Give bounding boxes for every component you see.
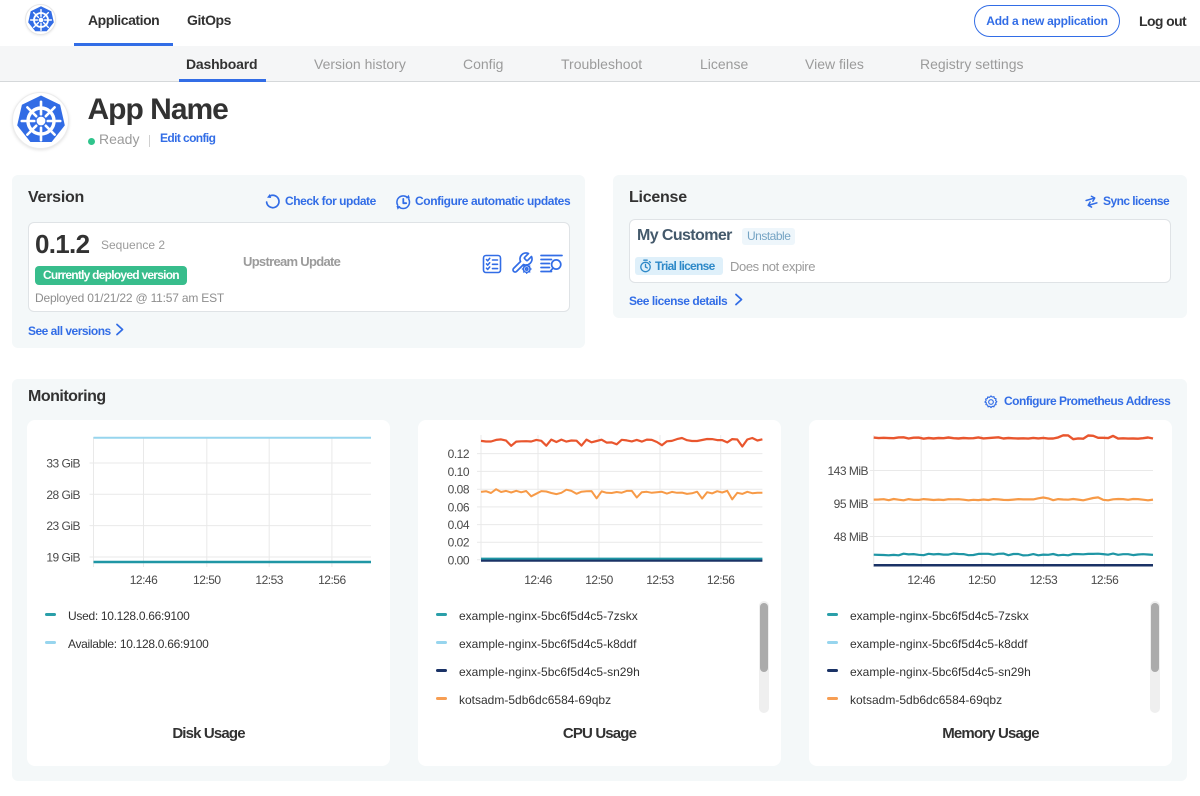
svg-text:143 MiB: 143 MiB <box>827 464 868 478</box>
svg-text:23 GiB: 23 GiB <box>46 519 80 533</box>
svg-text:12:56: 12:56 <box>707 573 735 587</box>
svg-text:12:46: 12:46 <box>907 573 935 587</box>
svg-text:12:50: 12:50 <box>193 573 221 587</box>
svg-text:12:50: 12:50 <box>968 573 996 587</box>
svg-text:12:56: 12:56 <box>1091 573 1119 587</box>
svg-text:19 GiB: 19 GiB <box>46 551 80 565</box>
svg-text:12:50: 12:50 <box>585 573 613 587</box>
svg-text:0.00: 0.00 <box>448 553 470 567</box>
svg-text:33 GiB: 33 GiB <box>46 457 80 471</box>
svg-text:12:46: 12:46 <box>524 573 552 587</box>
svg-text:12:53: 12:53 <box>1030 573 1058 587</box>
svg-text:0.10: 0.10 <box>448 465 470 479</box>
svg-text:0.06: 0.06 <box>448 500 470 514</box>
svg-text:0.04: 0.04 <box>448 518 470 532</box>
svg-text:48 MiB: 48 MiB <box>834 530 869 544</box>
svg-text:12:53: 12:53 <box>255 573 283 587</box>
svg-text:0.02: 0.02 <box>448 536 470 550</box>
svg-text:0.12: 0.12 <box>448 447 470 461</box>
svg-text:0.08: 0.08 <box>448 483 470 497</box>
svg-text:12:53: 12:53 <box>646 573 674 587</box>
svg-text:95 MiB: 95 MiB <box>834 497 869 511</box>
svg-text:28 GiB: 28 GiB <box>46 488 80 502</box>
svg-text:12:46: 12:46 <box>130 573 158 587</box>
svg-text:12:56: 12:56 <box>318 573 346 587</box>
